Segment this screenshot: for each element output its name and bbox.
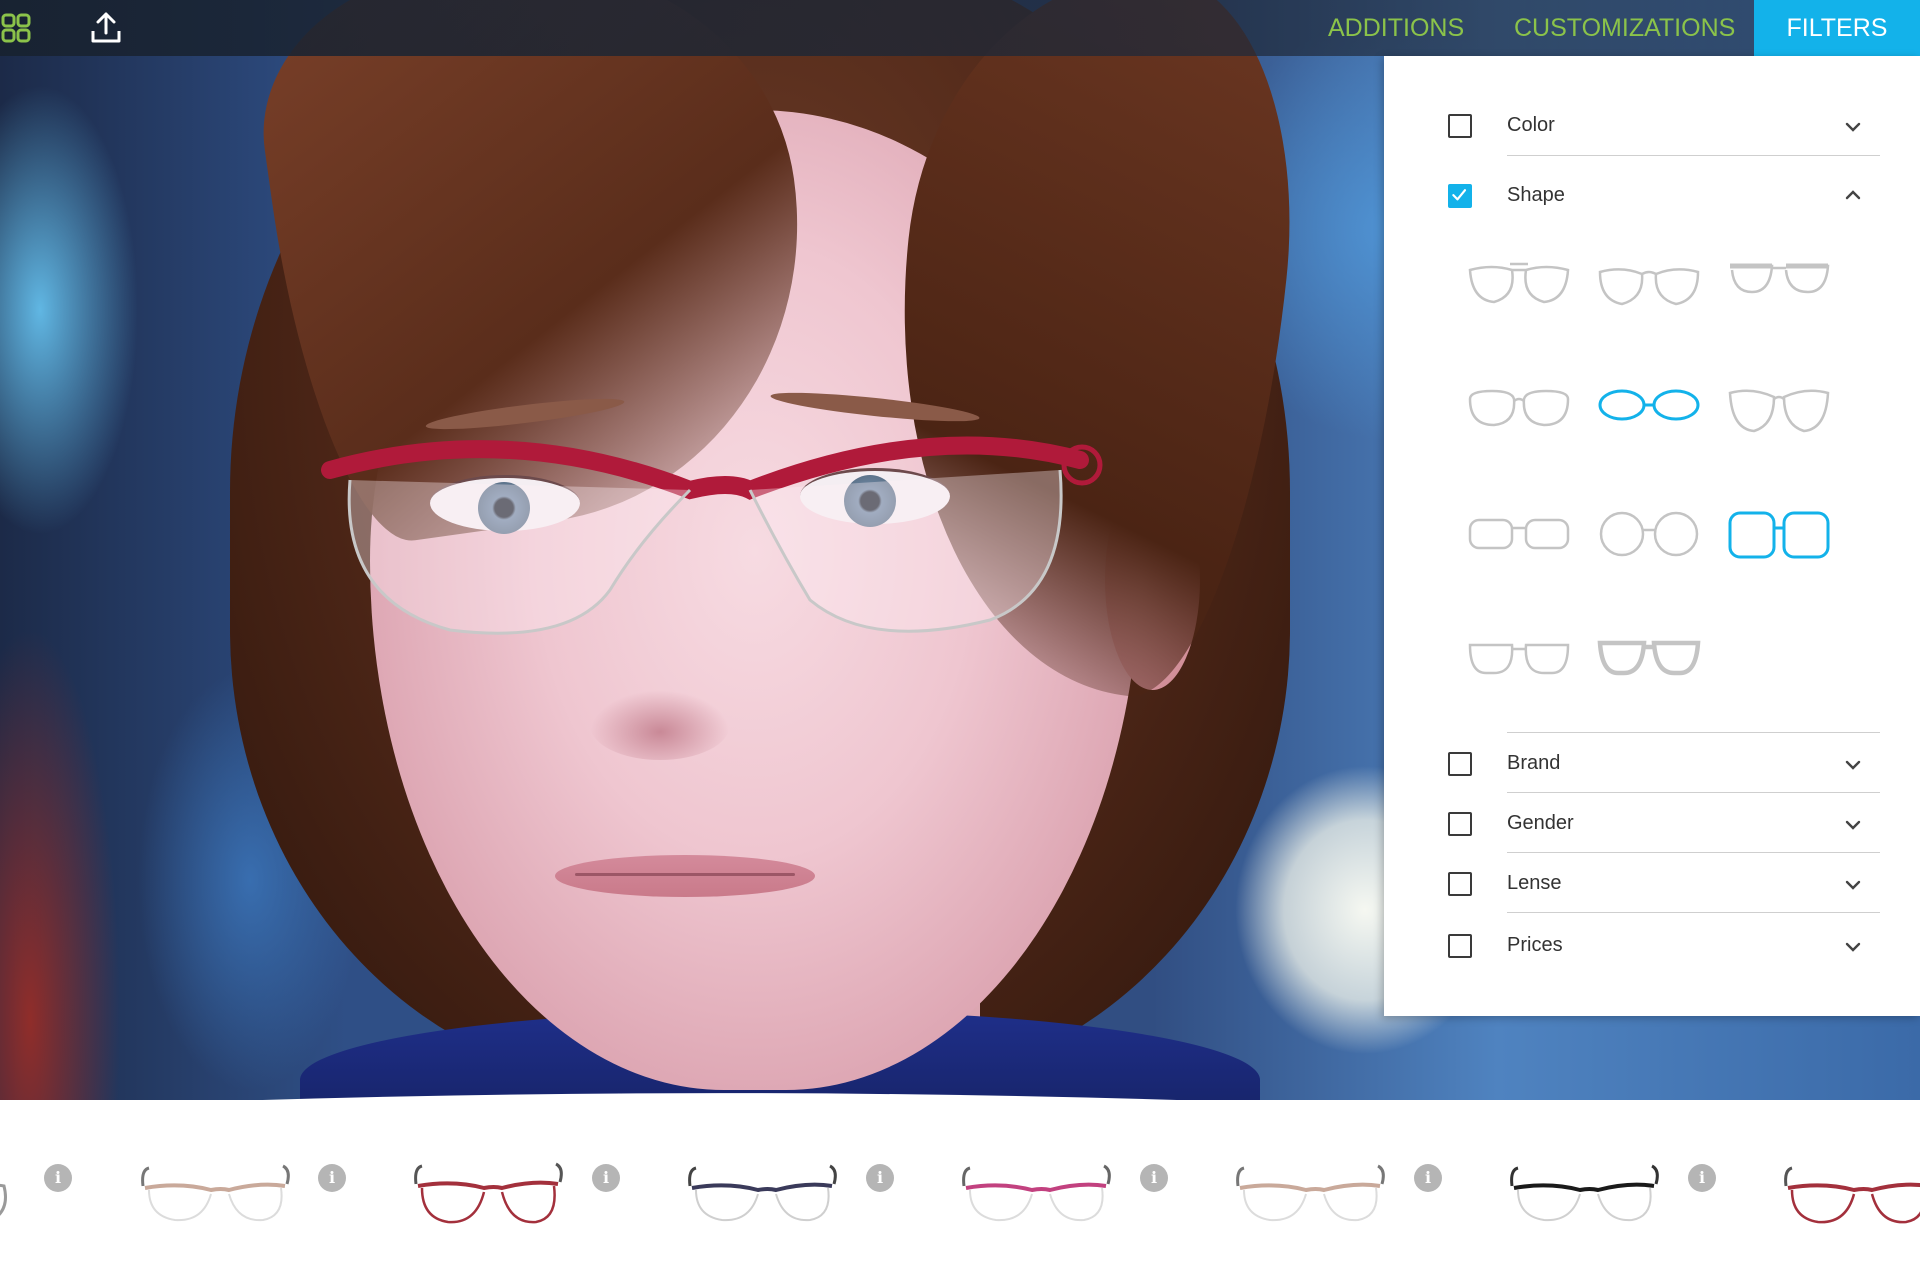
filter-brand[interactable]: Brand bbox=[1384, 732, 1920, 793]
carousel-frame-item[interactable] bbox=[682, 1160, 842, 1240]
info-icon[interactable]: i bbox=[44, 1164, 72, 1192]
virtual-tryon-glasses bbox=[321, 436, 1103, 635]
checkmark-icon bbox=[1452, 189, 1467, 201]
filter-panel: Color Shape Brand Gender Lense Prices bbox=[1384, 56, 1920, 1016]
chevron-up-icon[interactable] bbox=[1842, 184, 1864, 206]
shape-browline[interactable] bbox=[1724, 256, 1834, 316]
chevron-down-icon[interactable] bbox=[1842, 936, 1864, 958]
top-toolbar: ADDITIONS CUSTOMIZATIONS FILTERS bbox=[0, 0, 1920, 56]
chevron-down-icon[interactable] bbox=[1842, 874, 1864, 896]
carousel-frame-item[interactable] bbox=[135, 1160, 295, 1240]
carousel-frame-item[interactable] bbox=[1778, 1160, 1920, 1240]
grid-icon[interactable] bbox=[0, 10, 36, 46]
chevron-down-icon[interactable] bbox=[1842, 116, 1864, 138]
carousel-frame-item[interactable] bbox=[1504, 1160, 1664, 1240]
filter-lense-checkbox[interactable] bbox=[1448, 872, 1472, 896]
chevron-down-icon[interactable] bbox=[1842, 814, 1864, 836]
frames-carousel: i i i i i i i bbox=[0, 1140, 1920, 1280]
info-icon[interactable]: i bbox=[592, 1164, 620, 1192]
carousel-frame-item[interactable] bbox=[956, 1160, 1116, 1240]
filter-brand-checkbox[interactable] bbox=[1448, 752, 1472, 776]
divider bbox=[1507, 155, 1880, 156]
carousel-frame-item[interactable] bbox=[408, 1160, 568, 1240]
info-icon[interactable]: i bbox=[318, 1164, 346, 1192]
filter-color-label: Color bbox=[1507, 114, 1555, 136]
filter-gender-checkbox[interactable] bbox=[1448, 812, 1472, 836]
shape-wayfarer[interactable] bbox=[1594, 631, 1704, 691]
info-icon[interactable]: i bbox=[1688, 1164, 1716, 1192]
filter-color-checkbox[interactable] bbox=[1448, 114, 1472, 138]
filter-lense-label: Lense bbox=[1507, 872, 1562, 894]
info-icon[interactable]: i bbox=[1140, 1164, 1168, 1192]
shape-pilot[interactable] bbox=[1464, 381, 1574, 441]
shape-rectangle-narrow[interactable] bbox=[1464, 506, 1574, 566]
tab-customizations[interactable]: CUSTOMIZATIONS bbox=[1514, 0, 1735, 56]
chevron-down-icon[interactable] bbox=[1842, 754, 1864, 776]
carousel-frame-item[interactable] bbox=[1230, 1160, 1390, 1240]
filter-shape[interactable]: Shape bbox=[1384, 166, 1920, 226]
filter-prices-checkbox[interactable] bbox=[1448, 934, 1472, 958]
filter-shape-checkbox[interactable] bbox=[1448, 184, 1472, 208]
shape-round[interactable] bbox=[1594, 506, 1704, 566]
shape-aviator[interactable] bbox=[1594, 256, 1704, 316]
nose bbox=[590, 690, 730, 760]
shape-square[interactable] bbox=[1724, 506, 1834, 566]
filter-prices[interactable]: Prices bbox=[1384, 912, 1920, 972]
shape-oval[interactable] bbox=[1594, 381, 1704, 441]
filter-color[interactable]: Color bbox=[1384, 96, 1920, 156]
filter-shape-label: Shape bbox=[1507, 184, 1565, 206]
filter-lense[interactable]: Lense bbox=[1384, 852, 1920, 913]
upload-icon[interactable] bbox=[88, 10, 124, 46]
shape-options-grid bbox=[1464, 256, 1864, 756]
tab-additions[interactable]: ADDITIONS bbox=[1328, 0, 1464, 56]
shape-butterfly[interactable] bbox=[1724, 381, 1834, 441]
filter-gender[interactable]: Gender bbox=[1384, 792, 1920, 853]
filter-brand-label: Brand bbox=[1507, 752, 1561, 774]
info-icon[interactable]: i bbox=[866, 1164, 894, 1192]
shape-aviator-double-bridge[interactable] bbox=[1464, 256, 1574, 316]
info-icon[interactable]: i bbox=[1414, 1164, 1442, 1192]
filter-gender-label: Gender bbox=[1507, 812, 1574, 834]
tab-filters[interactable]: FILTERS bbox=[1754, 0, 1920, 56]
shape-rectangle[interactable] bbox=[1464, 631, 1574, 691]
mouth bbox=[555, 855, 815, 897]
filter-prices-label: Prices bbox=[1507, 934, 1563, 956]
